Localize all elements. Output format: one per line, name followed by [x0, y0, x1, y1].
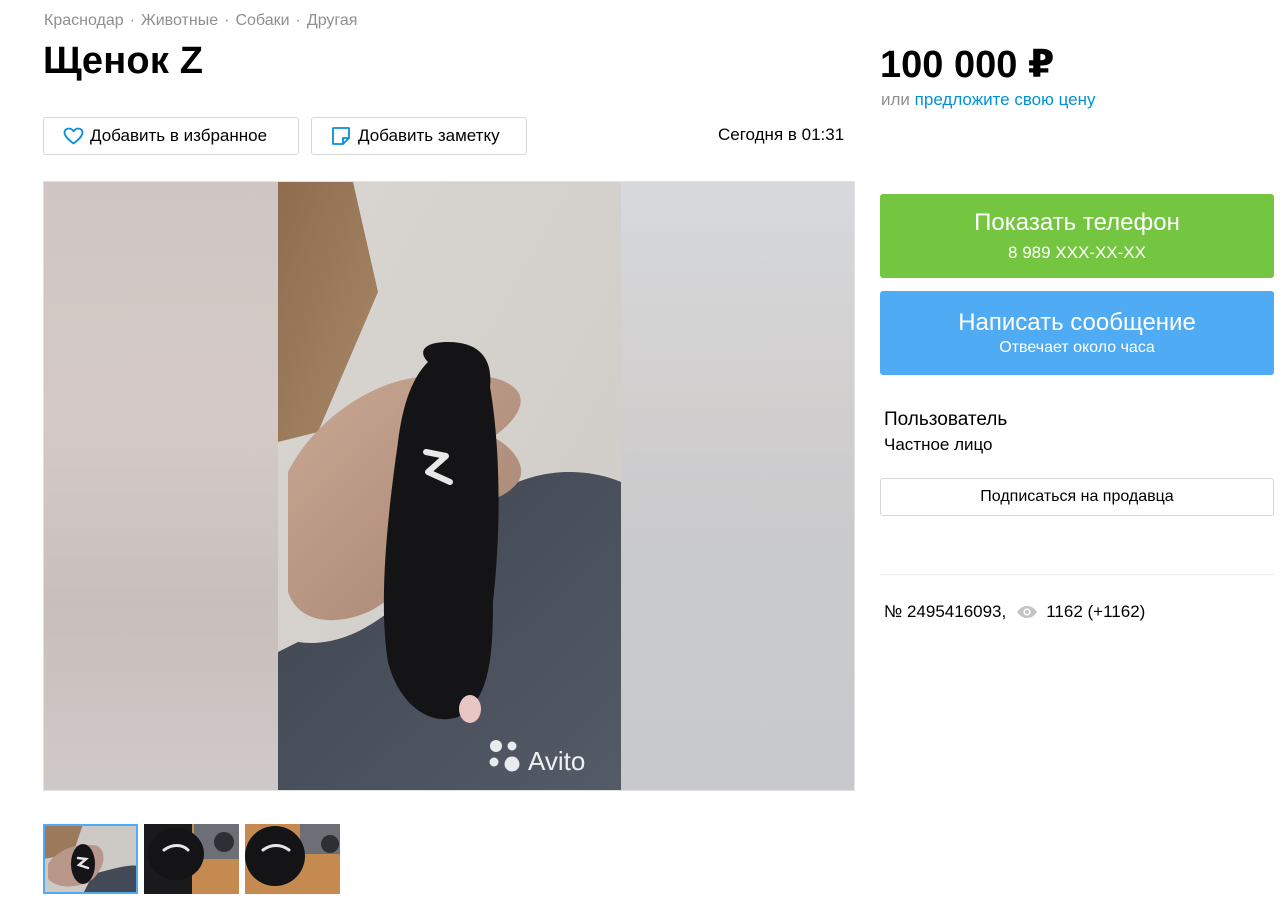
- write-message-button[interactable]: Написать сообщение Отвечает около часа: [880, 291, 1274, 375]
- thumbnail-strip: [43, 824, 340, 894]
- view-count: 1162 (+1162): [1046, 602, 1146, 621]
- main-photo[interactable]: Avito: [278, 182, 621, 790]
- price: 100 000 ₽: [880, 44, 1055, 86]
- eye-icon: [1016, 605, 1038, 619]
- breadcrumb-separator: ·: [295, 12, 301, 29]
- breadcrumb-item-dogs[interactable]: Собаки: [235, 12, 289, 30]
- offer-prefix: или: [881, 90, 910, 109]
- price-offer: или предложите свою цену: [881, 90, 1096, 110]
- breadcrumb-separator: ·: [224, 12, 230, 29]
- thumbnail-2[interactable]: [144, 824, 239, 894]
- page-title: Щенок Z: [43, 40, 204, 82]
- gallery-blur-right: [620, 182, 854, 790]
- add-note-button[interactable]: Добавить заметку: [311, 117, 527, 155]
- photo-gallery[interactable]: Avito: [43, 181, 855, 791]
- breadcrumb-separator: ·: [129, 12, 135, 29]
- suggest-price-link[interactable]: предложите свою цену: [915, 90, 1096, 109]
- masked-phone-number: 8 989 XXX-XX-XX: [1008, 243, 1146, 262]
- seller-type: Частное лицо: [884, 435, 993, 454]
- avito-watermark: Avito: [528, 746, 585, 776]
- heart-icon: [62, 126, 84, 146]
- breadcrumb-item-animals[interactable]: Животные: [141, 12, 218, 30]
- seller-name[interactable]: Пользователь: [884, 409, 1007, 431]
- add-note-label: Добавить заметку: [358, 126, 500, 145]
- write-message-label: Написать сообщение: [958, 309, 1196, 336]
- add-to-favorites-button[interactable]: Добавить в избранное: [43, 117, 299, 155]
- listing-meta: № 2495416093, 1162 (+1162): [884, 602, 1145, 622]
- published-date: Сегодня в 01:31: [718, 125, 845, 144]
- show-phone-button[interactable]: Показать телефон 8 989 XXX-XX-XX: [880, 194, 1274, 278]
- show-phone-label: Показать телефон: [974, 209, 1180, 236]
- thumbnail-3[interactable]: [245, 824, 340, 894]
- breadcrumb-item-city[interactable]: Краснодар: [44, 12, 124, 30]
- thumbnail-1[interactable]: [43, 824, 138, 894]
- breadcrumb: Краснодар · Животные · Собаки · Другая: [44, 12, 357, 30]
- note-icon: [330, 126, 352, 146]
- breadcrumb-item-other[interactable]: Другая: [307, 12, 358, 30]
- gallery-blur-left: [44, 182, 278, 790]
- response-time: Отвечает около часа: [999, 339, 1155, 356]
- listing-number: № 2495416093,: [884, 602, 1007, 621]
- add-to-favorites-label: Добавить в избранное: [90, 126, 268, 145]
- subscribe-seller-button[interactable]: Подписаться на продавца: [880, 478, 1274, 516]
- divider: [880, 574, 1274, 575]
